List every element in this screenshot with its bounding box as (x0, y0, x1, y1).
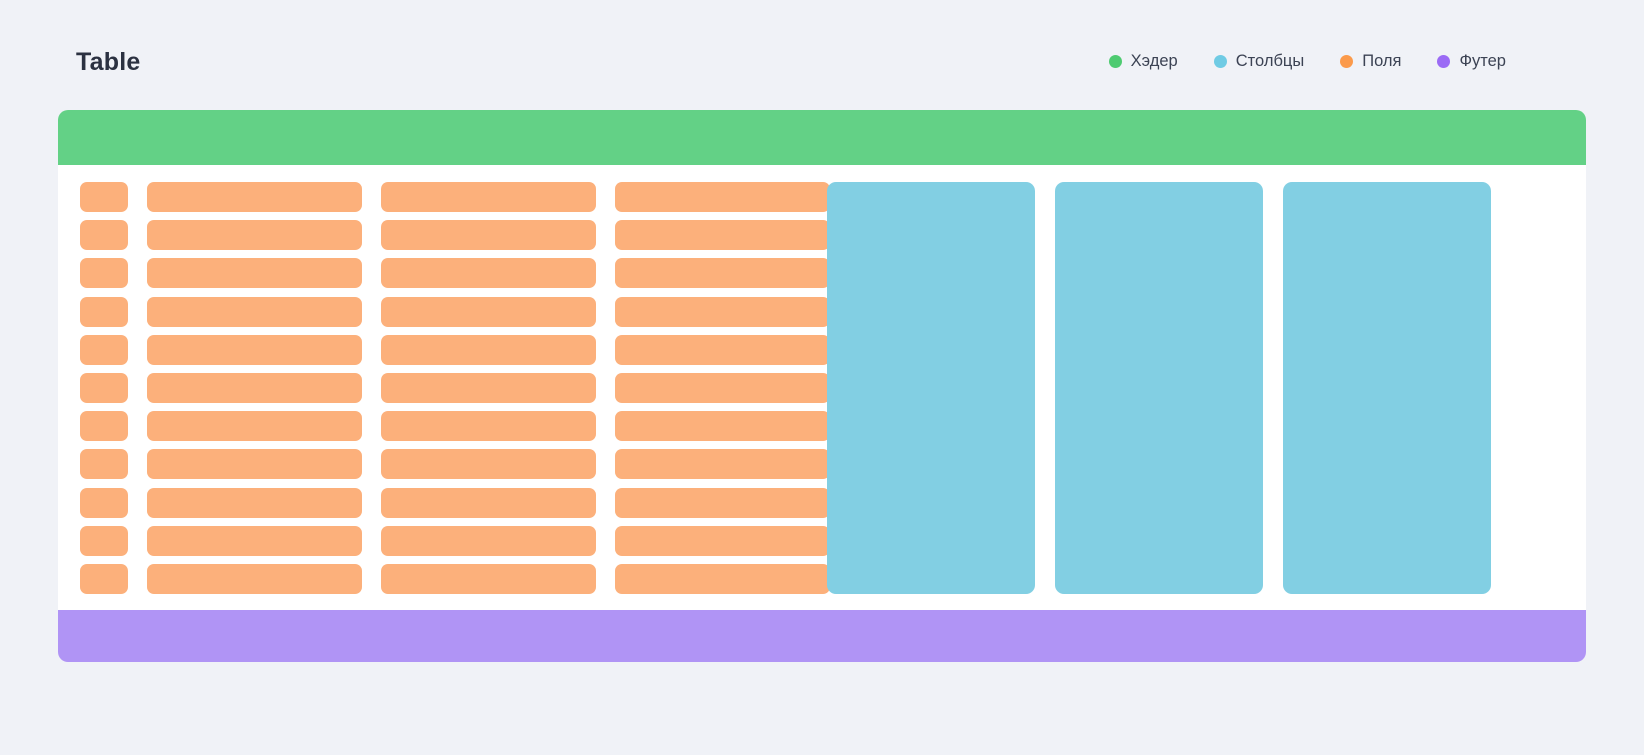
legend-item-label: Футер (1459, 52, 1506, 70)
field-cell[interactable] (80, 487, 128, 518)
field-cell[interactable] (80, 296, 128, 327)
field-cell[interactable] (615, 564, 830, 594)
legend-item-3[interactable]: Футер (1437, 52, 1506, 71)
legend-dot-icon (1108, 55, 1122, 68)
legend-item-1[interactable]: Столбцы (1213, 52, 1305, 71)
field-cell[interactable] (381, 296, 596, 327)
table-row[interactable] (80, 525, 832, 556)
legend-item-label: Столбцы (1235, 52, 1305, 70)
field-cell[interactable] (147, 220, 362, 251)
field-cell[interactable] (80, 220, 128, 251)
table-row[interactable] (80, 334, 832, 365)
column-block-0[interactable] (827, 182, 1035, 594)
table-card (58, 110, 1586, 662)
legend-item-0[interactable]: Хэдер (1108, 52, 1178, 71)
field-cell[interactable] (615, 334, 830, 365)
field-cell[interactable] (80, 258, 128, 289)
field-cell[interactable] (615, 296, 830, 327)
page-title: Table (76, 48, 141, 76)
legend: Хэдер Столбцы Поля Футер (1108, 52, 1506, 71)
field-cell[interactable] (80, 564, 128, 594)
field-cell[interactable] (615, 182, 830, 212)
field-cell[interactable] (381, 220, 596, 251)
field-cell[interactable] (615, 258, 830, 289)
top-bar: Table Хэдер Столбцы Поля Футер (0, 0, 1644, 110)
field-cell[interactable] (381, 182, 596, 212)
field-cell[interactable] (615, 487, 830, 518)
legend-item-label: Хэдер (1130, 52, 1178, 70)
field-cell[interactable] (381, 258, 596, 289)
field-cell[interactable] (615, 220, 830, 251)
table-row[interactable] (80, 411, 832, 442)
table-footer-band[interactable] (58, 610, 1586, 662)
legend-item-2[interactable]: Поля (1340, 52, 1401, 71)
field-cell[interactable] (80, 449, 128, 480)
legend-dot-icon (1437, 55, 1451, 68)
table-header-band[interactable] (58, 110, 1586, 165)
field-cell[interactable] (381, 334, 596, 365)
column-block-2[interactable] (1283, 182, 1491, 594)
field-cell[interactable] (615, 525, 830, 556)
field-cell[interactable] (615, 411, 830, 442)
table-row[interactable] (80, 182, 832, 212)
field-cell[interactable] (147, 296, 362, 327)
legend-dot-icon (1340, 55, 1354, 68)
legend-dot-icon (1213, 55, 1227, 68)
field-cell[interactable] (80, 182, 128, 212)
field-cell[interactable] (615, 373, 830, 403)
field-cell[interactable] (147, 525, 362, 556)
fields-area (80, 182, 832, 594)
table-row[interactable] (80, 220, 832, 251)
field-cell[interactable] (147, 411, 362, 442)
field-cell[interactable] (381, 525, 596, 556)
field-cell[interactable] (147, 258, 362, 289)
columns-area (827, 182, 1564, 594)
field-cell[interactable] (80, 525, 128, 556)
field-cell[interactable] (381, 411, 596, 442)
table-row[interactable] (80, 564, 832, 594)
legend-item-label: Поля (1362, 52, 1402, 70)
field-cell[interactable] (147, 564, 362, 594)
table-row[interactable] (80, 487, 832, 518)
field-cell[interactable] (615, 449, 830, 480)
table-body (58, 165, 1586, 610)
field-cell[interactable] (381, 449, 596, 480)
field-cell[interactable] (147, 449, 362, 480)
field-cell[interactable] (147, 182, 362, 212)
table-row[interactable] (80, 296, 832, 327)
field-cell[interactable] (80, 334, 128, 365)
column-block-1[interactable] (1055, 182, 1263, 594)
table-row[interactable] (80, 449, 832, 480)
field-cell[interactable] (147, 487, 362, 518)
field-cell[interactable] (381, 373, 596, 403)
field-cell[interactable] (80, 373, 128, 403)
table-row[interactable] (80, 258, 832, 289)
field-cell[interactable] (80, 411, 128, 442)
field-cell[interactable] (147, 373, 362, 403)
field-cell[interactable] (147, 334, 362, 365)
table-row[interactable] (80, 373, 832, 403)
field-cell[interactable] (381, 487, 596, 518)
field-cell[interactable] (381, 564, 596, 594)
